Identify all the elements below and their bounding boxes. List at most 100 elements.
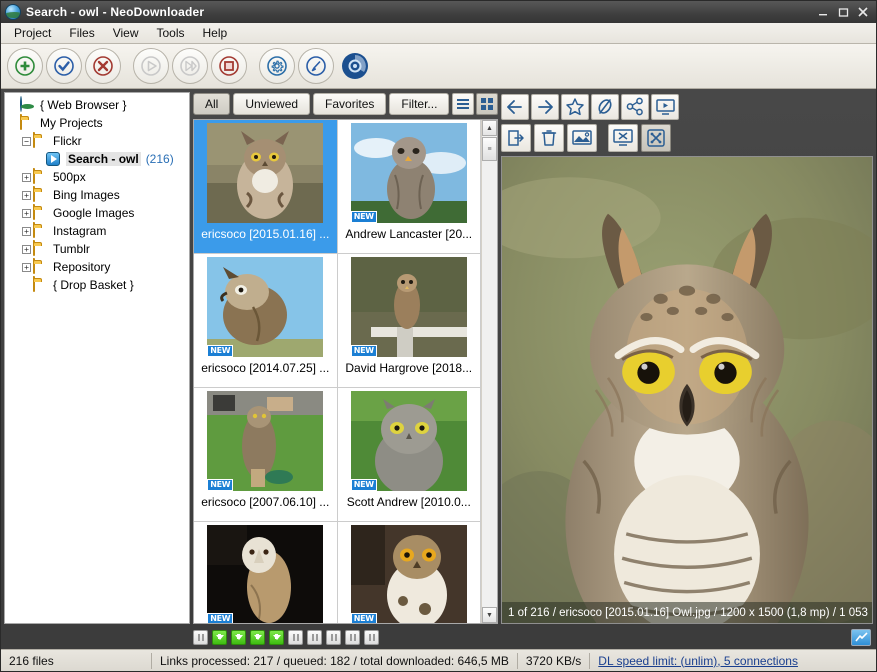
menu-bar: Project Files View Tools Help (1, 23, 876, 44)
status-files: 216 files (1, 650, 151, 671)
move-file-button[interactable] (501, 124, 531, 152)
grid-view-toggle[interactable] (476, 93, 498, 115)
connection-slot-downloading[interactable] (212, 630, 227, 645)
tree-item-500px[interactable]: + 500px (7, 168, 187, 186)
menu-tools[interactable]: Tools (148, 24, 194, 42)
list-view-toggle[interactable] (452, 93, 474, 115)
check-project-button[interactable] (46, 48, 82, 84)
tree-item-label: Tumblr (53, 242, 90, 256)
project-tree[interactable]: { Web Browser } My Projects − Flickr Sea… (4, 92, 190, 624)
tree-item-tumblr[interactable]: + Tumblr (7, 240, 187, 258)
thumbnail-item[interactable]: NEW Scott Andrew [2010.0... (337, 387, 482, 522)
next-image-button[interactable] (531, 94, 559, 120)
tree-item-flickr[interactable]: − Flickr (7, 132, 187, 150)
preview-panel: 1 of 216 / ericsoco [2015.01.16] Owl.jpg… (501, 92, 873, 624)
thumbnail-grid[interactable]: ericsoco [2015.01.16] ... (194, 120, 481, 623)
thumbnail-item[interactable]: NEW ericsoco [2014.07.25] ... (194, 253, 338, 388)
thumbnail-item[interactable]: NEW (337, 521, 482, 623)
thumbnail-item[interactable]: NEW David Hargrove [2018... (337, 253, 482, 388)
connection-slot-paused[interactable] (345, 630, 360, 645)
delete-project-button[interactable] (85, 48, 121, 84)
tree-item-drop-basket[interactable]: { Drop Basket } (7, 276, 187, 294)
tree-item-label: Flickr (53, 134, 82, 148)
thumbnail-item[interactable]: NEW (194, 521, 338, 623)
favorite-button[interactable] (561, 94, 589, 120)
tree-expander[interactable]: + (20, 245, 33, 254)
preview-image[interactable]: 1 of 216 / ericsoco [2015.01.16] Owl.jpg… (501, 156, 873, 624)
connection-slot-paused[interactable] (364, 630, 379, 645)
scroll-up-button[interactable]: ▲ (482, 120, 497, 136)
close-button[interactable] (854, 3, 872, 21)
tree-expander[interactable]: − (20, 137, 33, 146)
thumbnail-image: NEW (351, 525, 467, 623)
tab-favorites[interactable]: Favorites (313, 93, 386, 115)
connection-slot-downloading[interactable] (231, 630, 246, 645)
minimize-button[interactable] (814, 3, 832, 21)
tree-item-repository[interactable]: + Repository (7, 258, 187, 276)
tree-item-label: Bing Images (53, 188, 120, 202)
tree-item-label: Search - owl (66, 152, 141, 166)
connection-indicators (1, 627, 876, 649)
folder-icon (20, 115, 36, 131)
start-all-button[interactable] (172, 48, 208, 84)
fit-to-window-button[interactable] (608, 124, 638, 152)
add-project-button[interactable] (7, 48, 43, 84)
delete-file-button[interactable] (534, 124, 564, 152)
menu-view[interactable]: View (104, 24, 148, 42)
menu-files[interactable]: Files (60, 24, 103, 42)
tab-all[interactable]: All (193, 93, 230, 115)
tree-item-web-browser[interactable]: { Web Browser } (7, 96, 187, 114)
settings-button[interactable] (259, 48, 295, 84)
tree-expander[interactable]: + (20, 209, 33, 218)
actual-size-button[interactable] (641, 124, 671, 152)
tree-expander[interactable]: + (20, 191, 33, 200)
connection-slot-paused[interactable] (326, 630, 341, 645)
scrollbar-track[interactable] (482, 161, 497, 607)
status-speed-limit-link[interactable]: DL speed limit: (unlim), 5 connections (590, 650, 806, 671)
tree-expander[interactable]: + (20, 263, 33, 272)
thumbnail-item[interactable]: NEW ericsoco [2007.06.10] ... (194, 387, 338, 522)
tree-item-label: { Drop Basket } (53, 278, 134, 292)
tab-filter[interactable]: Filter... (389, 93, 449, 115)
connection-slot-downloading[interactable] (250, 630, 265, 645)
tree-item-label: My Projects (40, 116, 103, 130)
tree-item-count: (216) (146, 152, 174, 166)
connection-slot-paused[interactable] (193, 630, 208, 645)
stop-button[interactable] (211, 48, 247, 84)
show-log-button[interactable] (851, 629, 871, 646)
tree-expander[interactable]: + (20, 227, 33, 236)
start-button[interactable] (133, 48, 169, 84)
play-icon (46, 151, 62, 167)
tree-item-my-projects[interactable]: My Projects (7, 114, 187, 132)
thumbnail-image: NEW (207, 391, 323, 491)
connection-slot-paused[interactable] (288, 630, 303, 645)
scroll-down-button[interactable]: ▼ (482, 607, 497, 623)
tree-item-google-images[interactable]: + Google Images (7, 204, 187, 222)
thumbnail-item[interactable]: ericsoco [2015.01.16] ... (194, 120, 338, 254)
view-toggle-group (452, 93, 498, 115)
tree-item-bing-images[interactable]: + Bing Images (7, 186, 187, 204)
link-button[interactable] (591, 94, 619, 120)
app-window: Search - owl - NeoDownloader Project Fil… (0, 0, 877, 672)
tree-expander[interactable]: + (20, 173, 33, 182)
thumbnail-item[interactable]: NEW Andrew Lancaster [20... (337, 120, 482, 254)
thumbnail-image (207, 123, 323, 223)
tree-item-search-owl[interactable]: Search - owl (216) (7, 150, 187, 168)
scrollbar-thumb[interactable]: ≡ (482, 137, 497, 161)
maximize-button[interactable] (834, 3, 852, 21)
customize-button[interactable] (298, 48, 334, 84)
title-bar: Search - owl - NeoDownloader (1, 1, 876, 23)
tree-item-instagram[interactable]: + Instagram (7, 222, 187, 240)
thumbnail-panel: All Unviewed Favorites Filter... (193, 92, 498, 624)
menu-project[interactable]: Project (5, 24, 60, 42)
previous-image-button[interactable] (501, 94, 529, 120)
edit-image-button[interactable] (567, 124, 597, 152)
thumbnail-scrollbar[interactable]: ▲ ≡ ▼ (481, 120, 497, 623)
connection-slot-paused[interactable] (307, 630, 322, 645)
web-browser-button[interactable] (337, 48, 373, 84)
tab-unviewed[interactable]: Unviewed (233, 93, 310, 115)
menu-help[interactable]: Help (194, 24, 237, 42)
slideshow-button[interactable] (651, 94, 679, 120)
connection-slot-downloading[interactable] (269, 630, 284, 645)
share-button[interactable] (621, 94, 649, 120)
